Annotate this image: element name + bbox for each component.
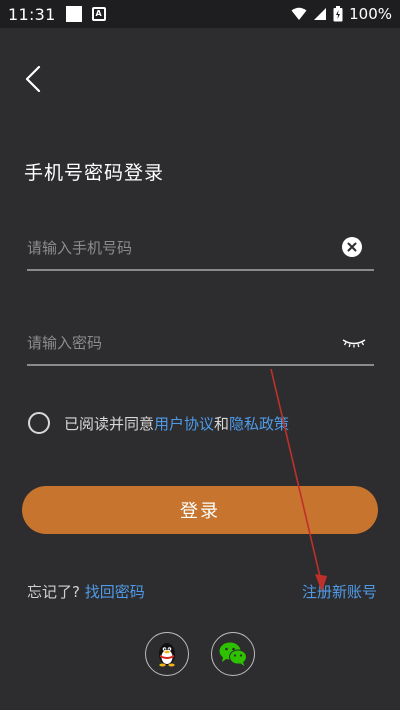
back-button[interactable] [18,62,48,96]
phone-field [27,227,374,271]
status-time: 11:31 [8,4,56,24]
close-icon [347,242,357,252]
agreement-row: 已阅读并同意 用户协议 和 隐私政策 [28,412,289,434]
page-title: 手机号密码登录 [24,162,165,184]
signal-icon [314,8,327,20]
register-link[interactable]: 注册新账号 [302,581,377,602]
phone-input[interactable] [27,235,327,261]
battery-icon [333,6,343,22]
wechat-icon [219,642,247,666]
status-right: 100% [291,5,392,23]
chevron-left-icon [25,66,41,92]
battery-percent: 100% [349,5,392,23]
agreement-and: 和 [214,414,230,433]
wifi-icon [291,7,307,20]
wechat-login-button[interactable] [211,632,255,676]
password-field [27,322,374,366]
login-button[interactable]: 登录 [22,486,378,534]
clear-input-button[interactable] [342,237,362,257]
app-a-icon: A [91,7,106,21]
status-bar: 11:31 A 100% [0,0,400,28]
qq-login-button[interactable] [145,632,189,676]
eye-closed-icon [342,339,366,348]
password-input[interactable] [27,330,327,356]
toggle-password-visibility-button[interactable] [342,334,366,348]
status-left: 11:31 A [8,5,106,24]
square-icon [65,6,82,22]
forgot-prefix: 忘记了? [27,583,80,601]
agreement-prefix: 已阅读并同意 [64,414,155,433]
agree-radio[interactable] [28,412,50,434]
qq-penguin-icon [159,643,175,667]
privacy-policy-link[interactable]: 隐私政策 [229,413,289,434]
recover-password-link[interactable]: 找回密码 [85,583,145,601]
forgot-password-row: 忘记了? 找回密码 [27,581,145,602]
user-agreement-link[interactable]: 用户协议 [154,413,214,434]
